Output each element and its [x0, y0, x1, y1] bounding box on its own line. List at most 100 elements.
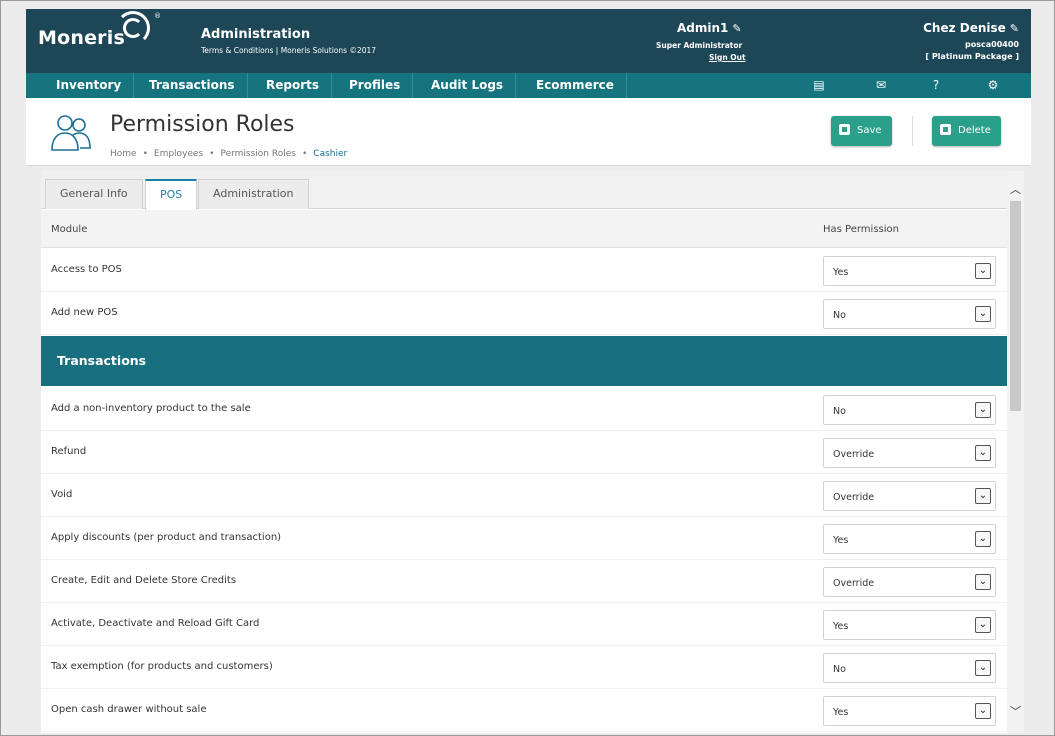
permission-value: Yes: [833, 535, 849, 546]
save-button-label: Save: [857, 125, 882, 136]
chevron-down-icon: ⌄: [975, 660, 991, 676]
permission-select[interactable]: Override ⌄: [823, 567, 996, 597]
row-label: Add new POS: [51, 307, 118, 318]
chevron-down-icon: ⌄: [975, 306, 991, 322]
table-row: Create, Edit and Delete Store Credits Ov…: [41, 560, 1007, 603]
table-row: Open cash drawer without sale Yes ⌄: [41, 689, 1007, 732]
table-header: Module Has Permission: [41, 210, 1007, 248]
printer-icon[interactable]: ▤: [802, 73, 836, 98]
page-header: Permission Roles Home • Employees • Permissi…: [26, 98, 1031, 166]
permission-select[interactable]: No ⌄: [823, 299, 996, 329]
user-name-label: Admin1: [677, 21, 729, 35]
table-row: Refund Override ⌄: [41, 431, 1007, 474]
tab-general-info[interactable]: General Info: [45, 179, 143, 209]
tab-administration[interactable]: Administration: [198, 179, 309, 209]
permission-select[interactable]: Yes ⌄: [823, 696, 996, 726]
section-title: Administration: [201, 27, 311, 42]
permission-value: Override: [833, 578, 875, 589]
sign-out-link[interactable]: Sign Out: [709, 53, 746, 62]
permission-select[interactable]: Override ⌄: [823, 481, 996, 511]
table-row: Activate, Deactivate and Reload Gift Car…: [41, 603, 1007, 646]
permissions-panel: General Info POS Administration Module H…: [41, 171, 1024, 733]
scrollbar[interactable]: ︿ ﹀: [1007, 171, 1024, 733]
store-name[interactable]: Chez Denise ✎: [923, 21, 1019, 35]
moneris-logo[interactable]: Moneris: [38, 27, 125, 49]
registered-mark-icon: ®: [154, 12, 161, 20]
permission-select[interactable]: Override ⌄: [823, 438, 996, 468]
chevron-down-icon: ⌄: [975, 574, 991, 590]
trash-icon: [940, 124, 951, 135]
permission-select[interactable]: Yes ⌄: [823, 256, 996, 286]
breadcrumb-cashier: Cashier: [313, 149, 348, 159]
nav-reports[interactable]: Reports: [254, 73, 333, 98]
scroll-down-icon[interactable]: ﹀: [1007, 703, 1024, 718]
permission-select[interactable]: Yes ⌄: [823, 524, 996, 554]
table-row: Tax exemption (for products and customer…: [41, 646, 1007, 689]
edit-user-icon[interactable]: ✎: [732, 22, 741, 35]
chevron-down-icon: ⌄: [975, 445, 991, 461]
nav-ecommerce[interactable]: Ecommerce: [524, 73, 627, 98]
section-title-transactions: Transactions: [57, 353, 147, 368]
row-label: Create, Edit and Delete Store Credits: [51, 575, 237, 586]
breadcrumb-home[interactable]: Home: [110, 149, 137, 159]
nav-profiles[interactable]: Profiles: [337, 73, 414, 98]
row-label: Open cash drawer without sale: [51, 704, 207, 715]
tab-bar: General Info POS Administration: [41, 171, 1024, 210]
table-row: Access to POS Yes ⌄: [41, 249, 1007, 292]
table-row: Add a non-inventory product to the sale …: [41, 388, 1007, 431]
save-icon: [839, 124, 850, 135]
permission-value: Yes: [833, 621, 849, 632]
breadcrumb: Home • Employees • Permission Roles • Cashier: [110, 149, 348, 159]
table-row: Void Override ⌄: [41, 474, 1007, 517]
permission-select[interactable]: No ⌄: [823, 395, 996, 425]
terms-link[interactable]: Terms & Conditions | Moneris Solutions ©…: [201, 46, 376, 55]
row-label: Access to POS: [51, 264, 122, 275]
settings-icon[interactable]: ⚙: [976, 73, 1010, 98]
save-button[interactable]: Save: [831, 116, 892, 146]
nav-transactions[interactable]: Transactions: [137, 73, 248, 98]
chevron-down-icon: ⌄: [975, 263, 991, 279]
permission-value: Yes: [833, 707, 849, 718]
store-package: [ Platinum Package ]: [925, 52, 1019, 61]
permission-value: No: [833, 664, 846, 675]
row-label: Void: [51, 489, 73, 500]
row-label: Refund: [51, 446, 87, 457]
nav-audit-logs[interactable]: Audit Logs: [419, 73, 517, 98]
people-icon: [51, 115, 91, 151]
chevron-down-icon: ⌄: [975, 703, 991, 719]
nav-inventory[interactable]: Inventory: [44, 73, 135, 98]
scrollbar-thumb[interactable]: [1010, 201, 1021, 411]
table-row: Apply discounts (per product and transac…: [41, 517, 1007, 560]
permission-value: No: [833, 310, 846, 321]
permission-select[interactable]: Yes ⌄: [823, 610, 996, 640]
main-nav: Inventory Transactions Reports Profiles …: [26, 73, 1031, 98]
scroll-up-icon[interactable]: ︿: [1007, 181, 1024, 196]
logo-swirl-inner-icon: [123, 18, 143, 38]
edit-store-icon[interactable]: ✎: [1010, 22, 1019, 35]
permission-value: Override: [833, 492, 875, 503]
breadcrumb-employees[interactable]: Employees: [154, 149, 203, 159]
app-frame: Moneris ® Administration Terms & Conditi…: [0, 0, 1055, 736]
mail-icon[interactable]: ✉: [864, 73, 898, 98]
delete-button-label: Delete: [958, 125, 991, 136]
user-name[interactable]: Admin1 ✎: [677, 21, 742, 35]
chevron-down-icon: ⌄: [975, 488, 991, 504]
permission-value: No: [833, 406, 846, 417]
tab-pos[interactable]: POS: [145, 179, 198, 210]
top-header: Moneris ® Administration Terms & Conditi…: [26, 9, 1031, 73]
permission-value: Override: [833, 449, 875, 460]
help-icon[interactable]: ?: [919, 73, 953, 98]
store-name-label: Chez Denise: [923, 21, 1006, 35]
row-label: Activate, Deactivate and Reload Gift Car…: [51, 618, 260, 629]
row-label: Tax exemption (for products and customer…: [51, 661, 273, 672]
breadcrumb-permission-roles[interactable]: Permission Roles: [220, 149, 296, 159]
table-row: Add new POS No ⌄: [41, 292, 1007, 335]
column-module: Module: [51, 224, 88, 235]
delete-button[interactable]: Delete: [932, 116, 1001, 146]
permission-select[interactable]: No ⌄: [823, 653, 996, 683]
permission-value: Yes: [833, 267, 849, 278]
store-id: posca00400: [965, 40, 1019, 49]
chevron-down-icon: ⌄: [975, 617, 991, 633]
column-has-permission: Has Permission: [823, 224, 899, 235]
row-label: Add a non-inventory product to the sale: [51, 403, 251, 414]
